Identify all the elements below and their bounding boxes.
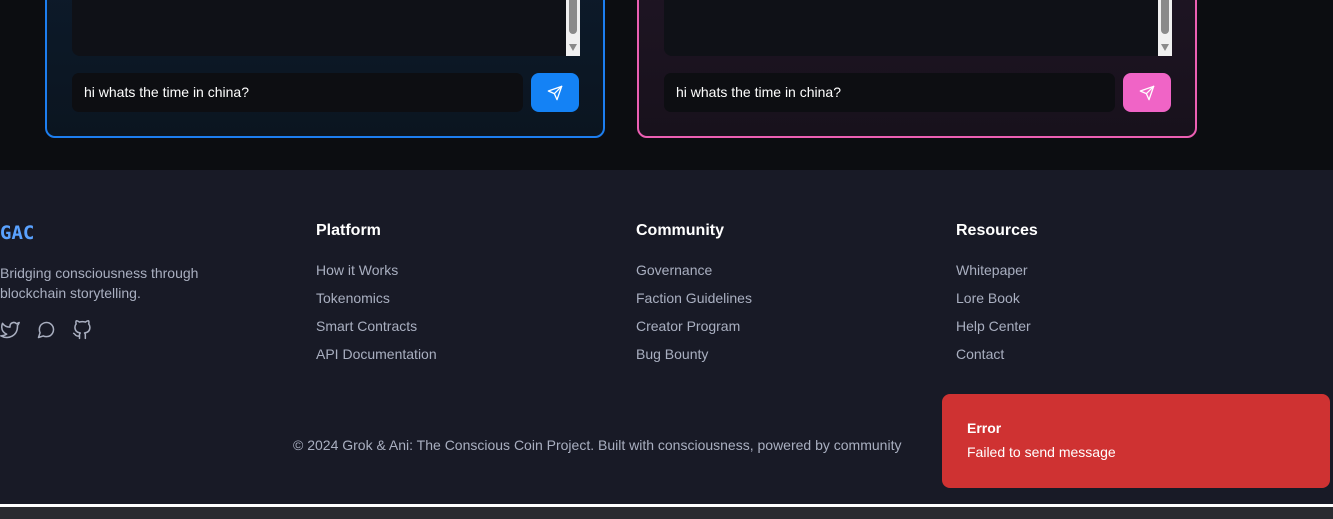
- toast-message: Failed to send message: [967, 444, 1116, 460]
- scrollbar-thumb[interactable]: [569, 0, 577, 34]
- footer-link[interactable]: Faction Guidelines: [636, 284, 752, 312]
- chat-section: hi whats the time in china? hi whats the…: [0, 0, 1333, 170]
- footer-link[interactable]: Bug Bounty: [636, 340, 752, 368]
- column-heading: Platform: [316, 222, 381, 239]
- send-button[interactable]: [531, 73, 579, 112]
- scroll-down-arrow-icon[interactable]: [1161, 44, 1169, 51]
- chat-scrollbar[interactable]: [1158, 0, 1172, 56]
- footer-column-community: Community Governance Faction Guidelines …: [636, 222, 752, 368]
- footer-link[interactable]: Governance: [636, 256, 752, 284]
- footer-logo[interactable]: GAC: [0, 222, 34, 244]
- footer-link[interactable]: Lore Book: [956, 284, 1038, 312]
- footer-link[interactable]: Smart Contracts: [316, 312, 437, 340]
- column-heading: Resources: [956, 222, 1038, 239]
- chat-input[interactable]: hi whats the time in china?: [664, 73, 1115, 112]
- footer-link[interactable]: Tokenomics: [316, 284, 437, 312]
- footer-link[interactable]: Help Center: [956, 312, 1038, 340]
- scroll-down-arrow-icon[interactable]: [569, 44, 577, 51]
- footer-column-resources: Resources Whitepaper Lore Book Help Cent…: [956, 222, 1038, 368]
- footer-link[interactable]: Contact: [956, 340, 1038, 368]
- message-circle-icon[interactable]: [36, 320, 56, 340]
- grok-chat-panel: hi whats the time in china?: [45, 0, 605, 138]
- bottom-bar: [0, 507, 1333, 519]
- footer-link[interactable]: Creator Program: [636, 312, 752, 340]
- footer-column-platform: Platform How it Works Tokenomics Smart C…: [316, 222, 437, 368]
- twitter-icon[interactable]: [0, 320, 20, 340]
- github-icon[interactable]: [72, 320, 92, 340]
- send-icon: [547, 85, 563, 100]
- toast-title: Error: [967, 420, 1002, 436]
- send-icon: [1139, 85, 1155, 100]
- scrollbar-thumb[interactable]: [1161, 0, 1169, 34]
- social-links: [0, 320, 92, 340]
- column-heading: Community: [636, 222, 724, 239]
- footer-link[interactable]: Whitepaper: [956, 256, 1038, 284]
- chat-input[interactable]: hi whats the time in china?: [72, 73, 523, 112]
- chat-scrollbar[interactable]: [566, 0, 580, 56]
- chat-messages-area[interactable]: [664, 0, 1172, 56]
- error-toast[interactable]: Error Failed to send message: [942, 394, 1330, 488]
- copyright-text: © 2024 Grok & Ani: The Conscious Coin Pr…: [293, 437, 902, 453]
- chat-messages-area[interactable]: [72, 0, 580, 56]
- footer-tagline: Bridging consciousness through blockchai…: [0, 265, 199, 301]
- send-button[interactable]: [1123, 73, 1171, 112]
- footer-link[interactable]: How it Works: [316, 256, 437, 284]
- footer-link[interactable]: API Documentation: [316, 340, 437, 368]
- ani-chat-panel: hi whats the time in china?: [637, 0, 1197, 138]
